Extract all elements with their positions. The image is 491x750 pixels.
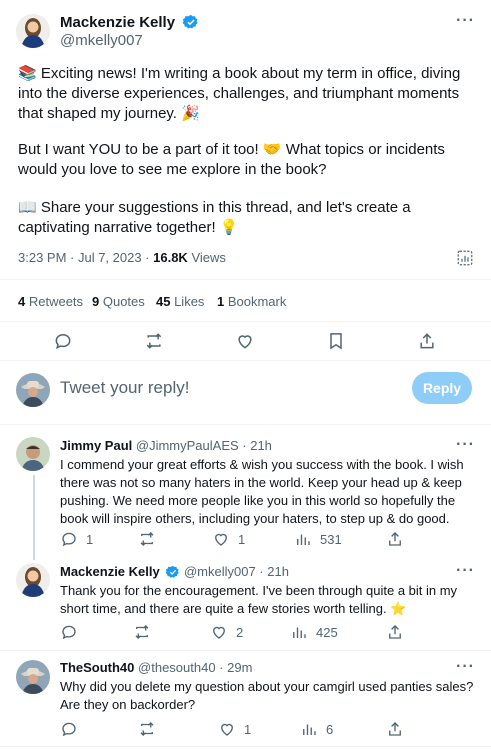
avatar-image [16, 14, 50, 48]
current-user-avatar[interactable] [16, 373, 50, 407]
reply-count: 1 [86, 531, 94, 547]
avatar-image [16, 563, 50, 597]
stat-retweets[interactable]: 4 Retweets [18, 294, 83, 309]
author-name[interactable]: Mackenzie Kelly [60, 14, 175, 31]
reply-share-action[interactable] [386, 530, 404, 548]
reply-icon [62, 722, 76, 737]
reply-header: Jimmy Paul @JimmyPaulAES · 21h [60, 438, 272, 453]
reply-retweet-action[interactable] [138, 530, 164, 548]
author-handle[interactable]: @mkelly007 [60, 32, 143, 49]
reply-share-action[interactable] [386, 720, 404, 738]
verified-badge-icon [182, 14, 199, 35]
reply-share-action[interactable] [386, 623, 404, 641]
views-chart-icon [293, 627, 306, 638]
more-options-icon[interactable]: ··· [456, 658, 475, 676]
tweet-paragraph-2: But I want YOU to be a part of it too! 🤝… [18, 141, 445, 178]
stat-likes[interactable]: 45 Likes [156, 294, 204, 309]
author-avatar[interactable] [16, 14, 50, 48]
like-heart-icon [221, 723, 233, 736]
retweet-icon [140, 722, 154, 736]
share-icon[interactable] [417, 331, 437, 351]
reply-reply-action[interactable]: 1 [60, 530, 93, 548]
reply-text: Thank you for the encouragement. I've be… [60, 583, 458, 616]
reply-header: Mackenzie Kelly @mkelly007 · 21h [60, 564, 289, 582]
share-icon [389, 625, 401, 639]
reply-avatar[interactable] [16, 660, 50, 694]
reply-reply-action[interactable] [60, 623, 86, 641]
reply-icon [62, 625, 76, 640]
reply-views-action[interactable]: 531 [294, 530, 342, 548]
stat-quotes[interactable]: 9 Quotes [92, 294, 145, 309]
reply-reply-action[interactable] [60, 720, 86, 738]
retweet-icon [135, 625, 149, 639]
reply-author-name[interactable]: Mackenzie Kelly [60, 564, 160, 579]
stat-bookmarks[interactable]: 1 Bookmark [217, 294, 286, 309]
reply-like-action[interactable]: 1 [218, 720, 251, 738]
like-count: 1 [244, 721, 252, 737]
avatar-image [16, 373, 50, 407]
reply-text: I commend your great efforts & wish you … [60, 457, 464, 526]
reply-button[interactable]: Reply [412, 372, 472, 404]
reply-views-action[interactable]: 425 [290, 623, 338, 641]
views-label: Views [187, 250, 226, 265]
reply-icon [62, 532, 76, 547]
like-count: 2 [236, 624, 244, 640]
reply-avatar[interactable] [16, 563, 50, 597]
more-options-icon[interactable]: ··· [456, 562, 475, 580]
views-chart-icon [303, 724, 316, 735]
tweet-paragraph-3: 📖 Share your suggestions in this thread,… [18, 199, 411, 236]
more-options-icon[interactable]: ··· [456, 436, 475, 454]
reply-author-handle[interactable]: @thesouth40 · 29m [138, 660, 252, 675]
reply-author-handle[interactable]: @JimmyPaulAES · 21h [136, 438, 272, 453]
like-count: 1 [238, 531, 246, 547]
reply-avatar[interactable] [16, 437, 50, 471]
reply-author-handle[interactable]: @mkelly007 · 21h [184, 564, 289, 579]
avatar-image [16, 660, 50, 694]
retweet-icon[interactable] [144, 331, 164, 351]
like-heart-icon [215, 533, 227, 546]
reply-retweet-action[interactable] [133, 623, 159, 641]
reply-header: TheSouth40 @thesouth40 · 29m [60, 660, 252, 675]
reply-icon[interactable] [53, 331, 73, 351]
views-count: 16.8K [153, 250, 188, 265]
views-count: 531 [320, 531, 342, 547]
reply-author-name[interactable]: Jimmy Paul [60, 438, 132, 453]
analytics-icon[interactable] [456, 249, 474, 272]
like-heart-icon [213, 626, 225, 639]
reply-views-action[interactable]: 6 [300, 720, 333, 738]
reply-author-name[interactable]: TheSouth40 [60, 660, 134, 675]
bookmark-icon[interactable] [326, 331, 346, 351]
verified-badge-icon [166, 565, 180, 582]
timestamp[interactable]: 3:23 PM · Jul 7, 2023 · [18, 250, 153, 265]
retweet-icon [140, 532, 154, 546]
like-heart-icon[interactable] [235, 331, 255, 351]
tweet-paragraph-1: 📚 Exciting news! I'm writing a book abou… [18, 65, 461, 122]
more-options-icon[interactable]: ··· [456, 12, 475, 30]
reply-text: Why did you delete my question about you… [60, 679, 474, 712]
views-count: 6 [326, 721, 334, 737]
reply-like-action[interactable]: 2 [210, 623, 243, 641]
share-icon [389, 722, 401, 736]
reply-input[interactable]: Tweet your reply! [60, 378, 189, 398]
views-chart-icon [297, 534, 310, 545]
tweet-meta: 3:23 PM · Jul 7, 2023 · 16.8K Views [18, 250, 226, 265]
reply-like-action[interactable]: 1 [212, 530, 245, 548]
share-icon [389, 532, 401, 546]
reply-retweet-action[interactable] [138, 720, 164, 738]
views-count: 425 [316, 624, 338, 640]
avatar-image [16, 437, 50, 471]
